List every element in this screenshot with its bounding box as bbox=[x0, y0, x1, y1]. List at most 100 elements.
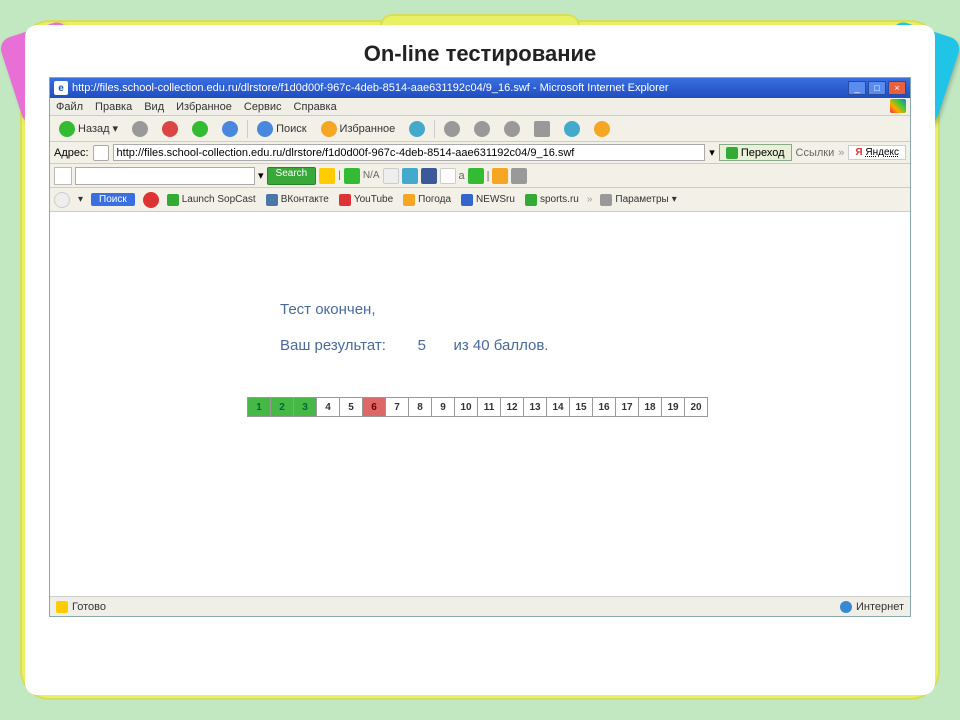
favicon bbox=[525, 194, 537, 206]
chevron-down-icon: ▾ bbox=[113, 122, 119, 135]
search-provider-icon[interactable] bbox=[54, 167, 72, 185]
close-button[interactable]: × bbox=[888, 81, 906, 95]
forward-icon bbox=[132, 121, 148, 137]
edit-button[interactable] bbox=[499, 119, 525, 139]
magnifier-icon[interactable] bbox=[54, 192, 70, 208]
menu-edit[interactable]: Правка bbox=[95, 101, 132, 113]
page-title: On-line тестирование bbox=[25, 41, 935, 67]
question-cell-13[interactable]: 13 bbox=[523, 397, 547, 417]
edit-icon bbox=[504, 121, 520, 137]
twitter-icon[interactable] bbox=[402, 168, 418, 184]
maximize-button[interactable]: □ bbox=[868, 81, 886, 95]
bookmark-launch-sopcast[interactable]: Launch SopCast bbox=[167, 194, 256, 206]
search-go-button[interactable]: Search bbox=[267, 167, 317, 185]
search-dropdown-icon[interactable]: ▾ bbox=[258, 169, 264, 182]
question-cell-7[interactable]: 7 bbox=[385, 397, 409, 417]
gear-icon bbox=[600, 194, 612, 206]
tool-icon-1[interactable] bbox=[319, 168, 335, 184]
poisk-button[interactable]: Поиск bbox=[91, 193, 135, 206]
misc-button[interactable] bbox=[589, 119, 615, 139]
question-cell-2[interactable]: 2 bbox=[270, 397, 294, 417]
home-icon bbox=[222, 121, 238, 137]
menu-help[interactable]: Справка bbox=[294, 101, 337, 113]
question-cell-8[interactable]: 8 bbox=[408, 397, 432, 417]
question-cell-19[interactable]: 19 bbox=[661, 397, 685, 417]
favicon bbox=[339, 194, 351, 206]
nav-toolbar: Назад▾ Поиск Избранное bbox=[50, 116, 910, 142]
address-input[interactable] bbox=[113, 144, 706, 161]
print-button[interactable] bbox=[469, 119, 495, 139]
go-icon bbox=[726, 147, 738, 159]
question-cell-5[interactable]: 5 bbox=[339, 397, 363, 417]
question-cell-14[interactable]: 14 bbox=[546, 397, 570, 417]
favorites-button[interactable]: Избранное bbox=[316, 119, 401, 139]
question-cell-20[interactable]: 20 bbox=[684, 397, 708, 417]
status-icon bbox=[56, 601, 68, 613]
forward-button[interactable] bbox=[127, 119, 153, 139]
question-cell-15[interactable]: 15 bbox=[569, 397, 593, 417]
bookmark-sports.ru[interactable]: sports.ru bbox=[525, 194, 579, 206]
skype-icon bbox=[564, 121, 580, 137]
parameters-link[interactable]: Параметры▾ bbox=[600, 194, 676, 206]
status-bar: Готово Интернет bbox=[50, 596, 910, 616]
go-button[interactable]: Переход bbox=[719, 144, 792, 161]
bookmark-погода[interactable]: Погода bbox=[403, 194, 451, 206]
tool-icon-6[interactable] bbox=[511, 168, 527, 184]
dropdown-icon[interactable]: ▾ bbox=[709, 146, 715, 159]
tool-k-button[interactable] bbox=[529, 119, 555, 139]
question-cell-17[interactable]: 17 bbox=[615, 397, 639, 417]
back-icon bbox=[59, 121, 75, 137]
search-dropdown-2[interactable]: ▾ bbox=[78, 194, 83, 205]
history-button[interactable] bbox=[404, 119, 430, 139]
search-button[interactable]: Поиск bbox=[252, 119, 311, 139]
question-cell-12[interactable]: 12 bbox=[500, 397, 524, 417]
mail-button[interactable] bbox=[439, 119, 465, 139]
question-cell-3[interactable]: 3 bbox=[293, 397, 317, 417]
search-input[interactable] bbox=[75, 167, 255, 185]
tool-icon-4[interactable] bbox=[440, 168, 456, 184]
minimize-button[interactable]: _ bbox=[848, 81, 866, 95]
menu-view[interactable]: Вид bbox=[144, 101, 164, 113]
tool-icon-2[interactable] bbox=[344, 168, 360, 184]
question-cell-18[interactable]: 18 bbox=[638, 397, 662, 417]
facebook-icon[interactable] bbox=[421, 168, 437, 184]
tool-icon-5[interactable] bbox=[468, 168, 484, 184]
ie-icon: e bbox=[54, 81, 68, 95]
menu-file[interactable]: Файл bbox=[56, 101, 83, 113]
ask-icon[interactable] bbox=[143, 192, 159, 208]
print-icon bbox=[474, 121, 490, 137]
window-titlebar[interactable]: e http://files.school-collection.edu.ru/… bbox=[50, 78, 910, 98]
bookmark-вконтакте[interactable]: ВКонтакте bbox=[266, 194, 329, 206]
question-grid: 1234567891011121314151617181920 bbox=[248, 397, 708, 417]
na-label: N/A bbox=[363, 170, 380, 181]
test-result-text: Тест окончен, Ваш результат: 5 из 40 бал… bbox=[280, 292, 548, 364]
security-zone: Интернет bbox=[840, 601, 904, 613]
rss-icon[interactable] bbox=[492, 168, 508, 184]
home-button[interactable] bbox=[217, 119, 243, 139]
question-cell-11[interactable]: 11 bbox=[477, 397, 501, 417]
menu-tools[interactable]: Сервис bbox=[244, 101, 282, 113]
bookmark-youtube[interactable]: YouTube bbox=[339, 194, 393, 206]
bookmark-newsru[interactable]: NEWSru bbox=[461, 194, 515, 206]
menu-favorites[interactable]: Избранное bbox=[176, 101, 232, 113]
search-toolbar: ▾ Search | N/A a | bbox=[50, 164, 910, 188]
yandex-link[interactable]: Я Яндекс bbox=[848, 145, 906, 160]
result-label: Ваш результат: bbox=[280, 337, 386, 354]
slide-content: On-line тестирование e http://files.scho… bbox=[25, 25, 935, 695]
favicon bbox=[266, 194, 278, 206]
question-cell-10[interactable]: 10 bbox=[454, 397, 478, 417]
skype-button[interactable] bbox=[559, 119, 585, 139]
links-label[interactable]: Ссылки bbox=[796, 147, 835, 159]
refresh-button[interactable] bbox=[187, 119, 213, 139]
score-value: 5 bbox=[407, 328, 437, 364]
tool-icon-3[interactable] bbox=[383, 168, 399, 184]
page-content: Тест окончен, Ваш результат: 5 из 40 бал… bbox=[50, 212, 910, 596]
question-cell-9[interactable]: 9 bbox=[431, 397, 455, 417]
favicon bbox=[167, 194, 179, 206]
question-cell-6[interactable]: 6 bbox=[362, 397, 386, 417]
question-cell-4[interactable]: 4 bbox=[316, 397, 340, 417]
back-button[interactable]: Назад▾ bbox=[54, 119, 123, 139]
stop-button[interactable] bbox=[157, 119, 183, 139]
question-cell-1[interactable]: 1 bbox=[247, 397, 271, 417]
question-cell-16[interactable]: 16 bbox=[592, 397, 616, 417]
